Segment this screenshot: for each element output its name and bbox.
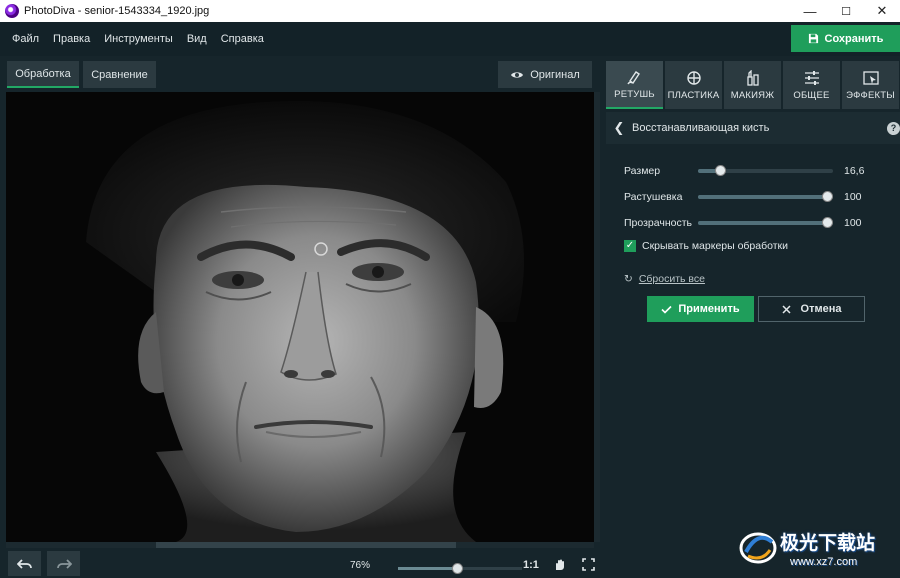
tab-makeup[interactable]: МАКИЯЖ bbox=[724, 61, 781, 109]
zoom-slider[interactable] bbox=[398, 563, 522, 574]
menu-help[interactable]: Справка bbox=[214, 33, 271, 45]
photo-canvas[interactable] bbox=[6, 92, 594, 542]
tab-general[interactable]: ОБЩЕЕ bbox=[783, 61, 840, 109]
original-button-label: Оригинал bbox=[530, 68, 580, 81]
apply-button-label: Применить bbox=[678, 303, 740, 315]
feather-slider-fill bbox=[698, 195, 833, 199]
zoom-percent: 76% bbox=[350, 560, 371, 571]
tab-makeup-label: МАКИЯЖ bbox=[730, 89, 775, 101]
zoom-slider-knob[interactable] bbox=[452, 563, 464, 574]
close-button[interactable]: ✕ bbox=[864, 0, 900, 22]
tab-plastic[interactable]: ПЛАСТИКА bbox=[665, 61, 722, 109]
hide-markers-row[interactable]: ✓ Скрывать маркеры обработки bbox=[624, 240, 788, 252]
feather-label: Растушевка bbox=[624, 191, 683, 203]
portrait-photo bbox=[6, 92, 594, 542]
redo-icon bbox=[56, 558, 72, 569]
reset-icon: ↻ bbox=[624, 273, 633, 285]
tool-title: Восстанавливающая кисть bbox=[632, 122, 770, 134]
feather-slider-row: Растушевка 100 bbox=[624, 189, 884, 205]
maximize-button[interactable]: ☐ bbox=[828, 0, 864, 22]
cancel-button[interactable]: Отмена bbox=[758, 296, 865, 322]
watermark-text: 极光下载站 bbox=[780, 533, 876, 554]
size-slider-fill bbox=[698, 169, 717, 173]
close-icon bbox=[781, 304, 791, 314]
tab-effects-label: ЭФФЕКТЫ bbox=[846, 89, 895, 101]
vertical-scrollbar[interactable] bbox=[594, 92, 600, 542]
feather-slider[interactable] bbox=[698, 191, 833, 202]
reset-all-link[interactable]: ↻ Сбросить все bbox=[624, 273, 705, 285]
bottom-bar: 76% 1:1 bbox=[0, 548, 600, 578]
tab-processing[interactable]: Обработка bbox=[7, 61, 79, 88]
fit-screen-icon[interactable] bbox=[581, 558, 595, 572]
tab-comparison[interactable]: Сравнение bbox=[83, 61, 156, 88]
reset-all-label: Сбросить все bbox=[638, 273, 705, 285]
opacity-slider-knob[interactable] bbox=[822, 217, 833, 228]
effects-icon bbox=[862, 70, 879, 85]
checkmark-icon bbox=[661, 305, 672, 314]
opacity-label: Прозрачность bbox=[624, 217, 693, 229]
menu-file[interactable]: Файл bbox=[0, 33, 46, 45]
opacity-slider[interactable] bbox=[698, 217, 833, 228]
window-title: PhotoDiva - senior-1543334_1920.jpg bbox=[24, 5, 210, 17]
retouch-brush-icon bbox=[626, 70, 640, 84]
eye-icon bbox=[511, 71, 524, 78]
size-slider-row: Размер 16,6 bbox=[624, 163, 884, 179]
floppy-disk-icon bbox=[808, 33, 818, 44]
undo-button[interactable] bbox=[8, 551, 41, 576]
minimize-button[interactable]: — bbox=[792, 0, 828, 22]
site-watermark: 极光下载站 www.xz7.com bbox=[738, 522, 898, 574]
tool-header: ❮ Восстанавливающая кисть ? bbox=[606, 112, 900, 144]
back-chevron-icon[interactable]: ❮ bbox=[606, 120, 632, 136]
save-button-label: Сохранить bbox=[824, 32, 884, 45]
tab-effects[interactable]: ЭФФЕКТЫ bbox=[842, 61, 899, 109]
apply-button[interactable]: Применить bbox=[647, 296, 754, 322]
makeup-icon bbox=[746, 69, 759, 86]
feather-slider-knob[interactable] bbox=[822, 191, 833, 202]
redo-button[interactable] bbox=[47, 551, 80, 576]
tab-general-label: ОБЩЕЕ bbox=[793, 89, 830, 101]
opacity-value: 100 bbox=[844, 217, 862, 229]
plastic-crosshair-icon bbox=[686, 70, 701, 85]
actual-size-button[interactable]: 1:1 bbox=[523, 559, 539, 571]
feather-value: 100 bbox=[844, 191, 862, 203]
tab-retouch[interactable]: РЕТУШЬ bbox=[606, 61, 663, 109]
photodiva-logo-icon bbox=[5, 4, 19, 18]
size-label: Размер bbox=[624, 165, 661, 177]
tab-retouch-label: РЕТУШЬ bbox=[614, 88, 655, 100]
hide-markers-label: Скрывать маркеры обработки bbox=[642, 240, 789, 252]
undo-icon bbox=[16, 558, 32, 569]
sliders-icon bbox=[804, 70, 819, 85]
hide-markers-checkbox[interactable]: ✓ bbox=[624, 240, 636, 252]
opacity-slider-fill bbox=[698, 221, 833, 225]
size-slider-knob[interactable] bbox=[715, 165, 727, 176]
cancel-button-label: Отмена bbox=[800, 303, 842, 315]
menu-view[interactable]: Вид bbox=[180, 33, 214, 45]
menu-bar: Файл Правка Инструменты Вид Справка Сохр… bbox=[0, 22, 900, 56]
watermark-url: www.xz7.com bbox=[790, 556, 858, 568]
menu-tools[interactable]: Инструменты bbox=[97, 33, 180, 45]
original-button[interactable]: Оригинал bbox=[498, 61, 592, 88]
menu-edit[interactable]: Правка bbox=[46, 33, 97, 45]
save-button[interactable]: Сохранить bbox=[791, 25, 900, 52]
opacity-slider-row: Прозрачность 100 bbox=[624, 215, 884, 231]
title-bar: PhotoDiva - senior-1543334_1920.jpg — ☐ … bbox=[0, 0, 900, 22]
hand-tool-icon[interactable] bbox=[552, 558, 566, 572]
tab-plastic-label: ПЛАСТИКА bbox=[667, 89, 720, 101]
help-icon[interactable]: ? bbox=[887, 121, 900, 135]
zoom-slider-fill bbox=[398, 567, 458, 570]
size-value: 16,6 bbox=[844, 165, 865, 177]
size-slider[interactable] bbox=[698, 165, 833, 176]
retouch-panel: РЕТУШЬ ПЛАСТИКА МАКИЯЖ ОБЩЕЕ ЭФФЕКТЫ ❮ В… bbox=[606, 56, 900, 578]
